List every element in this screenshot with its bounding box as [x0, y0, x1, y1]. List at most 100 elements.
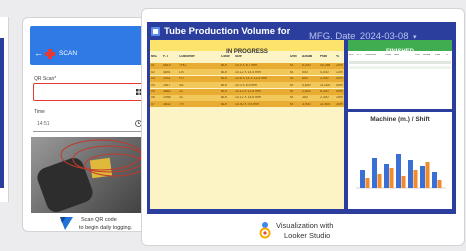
- cell-plan: 6,300: [320, 89, 329, 93]
- shift-bar: [365, 178, 370, 188]
- in-progress-header: IN PROGRESS: [150, 40, 344, 55]
- red-coil-tubing: [60, 139, 146, 177]
- cell-actual: 350: [302, 96, 308, 100]
- col-mc: M/C: [151, 55, 158, 58]
- finished-columns: M/C F-T Customer Color Size Unit Actual …: [348, 53, 452, 59]
- cell-customer: SA: [179, 83, 184, 87]
- right-panel-card: Tube Production Volume for MFG. Date 202…: [141, 8, 465, 246]
- cross-logo-icon: [45, 49, 55, 59]
- cell-unit: M.: [290, 64, 294, 68]
- qr-scan-field[interactable]: [33, 83, 148, 101]
- shift-bar: [437, 180, 442, 188]
- fin-col-size: Size: [394, 54, 400, 56]
- cell-customer: JO: [179, 89, 184, 93]
- cell-size: 10.4 X 6.7 mm: [235, 64, 258, 68]
- in-progress-table: IN PROGRESS M/C F-T Customer Color Size …: [150, 40, 344, 209]
- production-dashboard: Tube Production Volume for MFG. Date 202…: [147, 22, 456, 214]
- cell-customer: TH: [179, 102, 184, 106]
- table-row: 02 4891 OX BLK 10.12 X 14.5 mm M. 500 4,000 13%: [150, 69, 344, 76]
- shift-bar: [389, 168, 394, 188]
- dashboard-logo-icon: [151, 27, 160, 36]
- cell-plan: 11,500: [320, 102, 331, 106]
- cell-pct: 44%: [336, 89, 343, 93]
- cell-actual: 3,900: [302, 102, 311, 106]
- cell-plan: 40,268: [320, 64, 331, 68]
- cell-mc: 06: [151, 96, 155, 100]
- cell-ft: 3832: [163, 102, 171, 106]
- cell-pct: 44%: [336, 83, 343, 87]
- qr-field-label: QR Scan*: [34, 76, 57, 82]
- cell-mc: 07: [151, 102, 155, 106]
- shift-bar: [396, 154, 401, 188]
- shift-bar: [360, 170, 365, 188]
- cell-mc: 03: [151, 77, 155, 81]
- cell-color: BLK: [221, 83, 228, 87]
- date-filter[interactable]: MFG. Date 2024-03-08 ▾: [309, 26, 419, 42]
- cell-ft: 1941: [163, 77, 171, 81]
- table-row: 04 1817 SA BLK 10.3 X 6.6 mm M. 4,800 11,000 44%: [150, 82, 344, 89]
- cell-size: 10.12 X 14.5 mm: [235, 70, 261, 74]
- cell-plan: 4,000: [320, 70, 329, 74]
- finished-header: FINISHED: [348, 40, 452, 55]
- cell-actual: 4,800: [302, 83, 311, 87]
- cell-ft: 1817: [163, 83, 171, 87]
- shift-chart-panel: Machine (m.) / Shift: [348, 112, 452, 209]
- right-caption-line2: Looker Studio: [284, 231, 331, 240]
- finished-row-placeholder: [349, 61, 451, 64]
- shift-bar: [425, 162, 430, 188]
- left-panel-card: ← SCAN QR Scan* Time 14:51 Scan QR code …: [22, 17, 156, 232]
- table-row: 05 3683 JO BLK 10.13 X 11.8 mm M. 2,800 6,300 44…: [150, 88, 344, 95]
- cell-color: BLK: [221, 64, 228, 68]
- app-logo-icon: [60, 217, 73, 230]
- fin-col-mc: M/C: [349, 54, 354, 56]
- cell-mc: 01: [151, 64, 155, 68]
- fin-col-plan: Plan: [435, 54, 441, 56]
- cell-plan: 2,300: [320, 96, 329, 100]
- cell-size: 10.13 X 11.8 mm: [235, 89, 261, 93]
- cell-pct: 13%: [336, 70, 343, 74]
- table-row: 01 4819 THO BLK 10.4 X 6.7 mm M. 8,000 40,268 20…: [150, 63, 344, 69]
- left-edge-strip: [0, 38, 4, 188]
- cell-plan: 2,000: [320, 77, 329, 81]
- shift-bar: [420, 166, 425, 188]
- in-progress-columns: M/C F-T Customer Color Size Unit Actual …: [150, 52, 344, 62]
- phone-header-title: SCAN: [59, 50, 78, 57]
- cell-unit: M.: [290, 89, 294, 93]
- col-customer: Customer: [179, 55, 195, 58]
- shift-bar: [372, 158, 377, 188]
- cell-pct: 20%: [336, 64, 343, 68]
- cell-mc: 04: [151, 83, 155, 87]
- fin-col-actual: Actual: [423, 54, 431, 56]
- shift-bar: [413, 170, 418, 188]
- phone-app-header: ← SCAN: [30, 26, 148, 65]
- cell-color: BLK: [221, 89, 228, 93]
- cell-customer: FU: [179, 77, 184, 81]
- dashboard-title: Tube Production Volume for: [164, 26, 291, 37]
- finished-row-placeholder: [349, 66, 451, 69]
- shift-bar: [384, 164, 389, 188]
- cell-unit: M.: [290, 77, 294, 81]
- back-arrow-icon[interactable]: ←: [34, 48, 43, 58]
- col-unit: Unit: [290, 55, 297, 58]
- cell-ft: 4891: [163, 70, 171, 74]
- cell-color: BLK: [221, 96, 228, 100]
- cell-ft: 1998: [163, 96, 171, 100]
- cell-customer: OX: [179, 70, 184, 74]
- cell-actual: 500: [302, 70, 308, 74]
- cell-size: 10.40 X 9.6 mm: [235, 102, 259, 106]
- shift-bar-chart: [356, 154, 446, 189]
- time-value: 14:51: [37, 121, 50, 127]
- cell-pct: 40%: [336, 77, 343, 81]
- fin-col-ft: F-T: [357, 54, 362, 56]
- cell-color: BLK: [221, 102, 228, 106]
- cell-mc: 05: [151, 89, 155, 93]
- time-field[interactable]: 14:51: [33, 116, 146, 132]
- cell-ft: 3683: [163, 89, 171, 93]
- cell-unit: M.: [290, 102, 294, 106]
- cell-unit: M.: [290, 83, 294, 87]
- shift-bar: [408, 160, 413, 188]
- time-field-label: Time: [34, 109, 45, 115]
- cell-size: 10.3 X 6.6 mm: [235, 83, 258, 87]
- cell-unit: M.: [290, 70, 294, 74]
- cell-plan: 11,000: [320, 83, 331, 87]
